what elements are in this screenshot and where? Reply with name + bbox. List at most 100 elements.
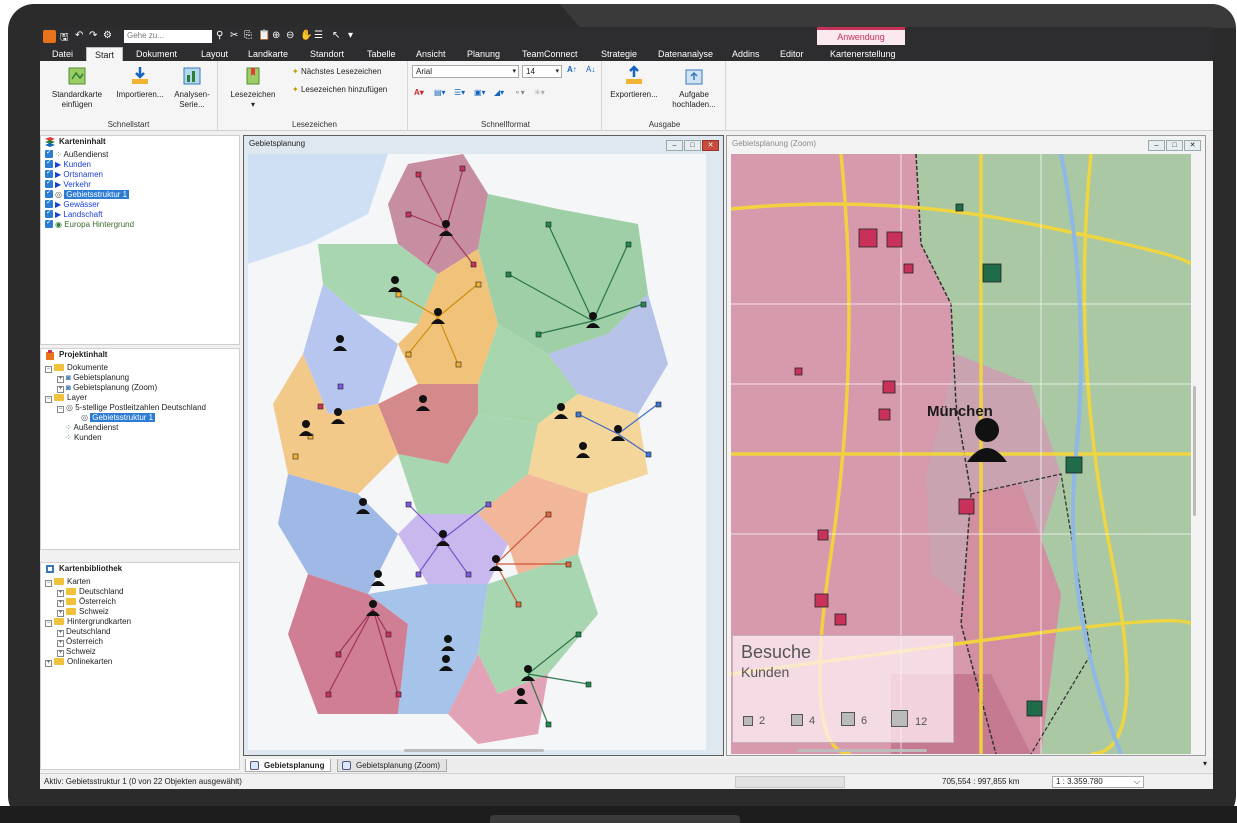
save-icon[interactable]: 🖫 xyxy=(60,30,69,47)
close-icon[interactable]: ✕ xyxy=(702,140,719,151)
lib-schweiz[interactable]: + Schweiz xyxy=(57,607,109,617)
checkbox-icon[interactable] xyxy=(45,178,53,188)
importieren-button[interactable]: Importieren... xyxy=(112,65,168,100)
tree-gebietsstruktur[interactable]: ◎ Gebietsstruktur 1 xyxy=(81,413,156,423)
collapse-icon[interactable]: − xyxy=(57,406,64,413)
tab-ansicht[interactable]: Ansicht xyxy=(416,47,446,61)
paste-icon[interactable]: 📋 xyxy=(258,30,270,41)
layer-ortsnamen[interactable]: ▶ Ortsnamen xyxy=(45,168,103,180)
standardkarte-button[interactable]: Standardkarte einfügen xyxy=(48,65,106,110)
zoom-horizontal-scrollbar[interactable] xyxy=(797,749,927,752)
zoom-in-icon[interactable]: ⊕ xyxy=(272,30,280,41)
lib-deutschland[interactable]: + Deutschland xyxy=(57,587,123,597)
redo-icon[interactable]: ↷ xyxy=(89,30,97,41)
tab-editor[interactable]: Editor xyxy=(780,47,804,61)
tab-teamconnect[interactable]: TeamConnect xyxy=(522,47,578,61)
lib-hintergrund[interactable]: − Hintergrundkarten xyxy=(45,617,131,627)
collapse-icon[interactable]: − xyxy=(45,366,52,373)
checkbox-icon[interactable] xyxy=(45,188,53,198)
tab-start[interactable]: Start xyxy=(86,47,124,61)
checkbox-icon[interactable] xyxy=(45,208,53,218)
context-tab-anwendung[interactable]: Anwendung xyxy=(817,27,905,45)
aufgabe-hochladen-button[interactable]: Aufgabe hochladen... xyxy=(666,65,722,110)
tree-aussendienst[interactable]: ⁘ Außendienst xyxy=(65,423,118,433)
checkbox-icon[interactable] xyxy=(45,198,53,208)
undo-icon[interactable]: ↶ xyxy=(75,30,83,41)
tab-datei[interactable]: Datei xyxy=(52,47,73,61)
layer-aussendienst[interactable]: ⁘ Außendienst xyxy=(45,148,108,160)
lib-oesterreich[interactable]: + Österreich xyxy=(57,597,116,607)
doctab-gebietsplanung[interactable]: Gebietsplanung xyxy=(245,759,332,772)
expand-arrow-icon[interactable]: ▶ xyxy=(55,160,61,169)
layer-kunden[interactable]: ▶ Kunden xyxy=(45,158,91,170)
expand-icon[interactable]: + xyxy=(57,640,64,647)
font-family-select[interactable]: Arial ▾ xyxy=(412,65,519,78)
lib-karten[interactable]: − Karten xyxy=(45,577,91,587)
cut-icon[interactable]: ✂ xyxy=(230,30,238,41)
tab-addins[interactable]: Addins xyxy=(732,47,760,61)
checkbox-icon[interactable] xyxy=(45,168,53,178)
layer-landschaft[interactable]: ▶ Landschaft xyxy=(45,208,103,220)
zoom-vertical-scrollbar[interactable] xyxy=(1193,386,1196,516)
line-style-icon[interactable]: ▤▾ xyxy=(434,88,446,97)
customize-icon[interactable]: ▾ xyxy=(348,30,353,41)
minimize-icon[interactable]: – xyxy=(1148,140,1165,151)
fill-color-icon[interactable]: ◢▾ xyxy=(494,88,504,97)
effect-icon[interactable]: ⚬▾ xyxy=(514,88,525,97)
maximize-icon[interactable]: □ xyxy=(684,140,701,151)
copy-icon[interactable]: ⎘ xyxy=(244,30,252,41)
layers-icon[interactable]: ☰ xyxy=(314,30,323,41)
doctab-gebietsplanung-zoom[interactable]: Gebietsplanung (Zoom) xyxy=(337,759,448,772)
tree-plz[interactable]: − ◎ 5-stellige Postleitzahlen Deutschland xyxy=(57,403,206,413)
expand-icon[interactable]: + xyxy=(57,650,64,657)
checkbox-icon[interactable] xyxy=(45,218,53,228)
tree-doc-gebietsplanung-zoom[interactable]: + ◙ Gebietsplanung (Zoom) xyxy=(57,383,157,393)
tab-list-chevron-icon[interactable]: ▾ xyxy=(1203,759,1207,768)
tab-strategie[interactable]: Strategie xyxy=(601,47,637,61)
add-bookmark-button[interactable]: ✦ Lesezeichen hinzufügen xyxy=(292,85,387,94)
minimize-icon[interactable]: – xyxy=(666,140,683,151)
expand-icon[interactable]: + xyxy=(57,376,64,383)
goto-search-input[interactable]: Gehe zu... xyxy=(124,30,212,43)
collapse-icon[interactable]: − xyxy=(45,580,52,587)
lib-h-schweiz[interactable]: + Schweiz xyxy=(57,647,96,657)
scale-select[interactable]: 1 : 3.359.780 ⌵ xyxy=(1052,776,1144,788)
tab-layout[interactable]: Layout xyxy=(201,47,228,61)
tab-planung[interactable]: Planung xyxy=(467,47,500,61)
expand-icon[interactable]: + xyxy=(57,600,64,607)
app-icon[interactable] xyxy=(43,30,56,43)
sparkle-icon[interactable]: ✳▾ xyxy=(534,88,545,97)
font-size-select[interactable]: 14 ▾ xyxy=(522,65,562,78)
lesezeichen-button[interactable]: Lesezeichen ▾ xyxy=(228,65,278,110)
tab-datenanalyse[interactable]: Datenanalyse xyxy=(658,47,713,61)
expand-icon[interactable]: + xyxy=(45,660,52,667)
expand-arrow-icon[interactable]: ▶ xyxy=(55,180,61,189)
settings-icon[interactable]: ⚙ xyxy=(103,30,112,41)
lib-online[interactable]: + Onlinekarten xyxy=(45,657,112,667)
tree-layer[interactable]: − Layer xyxy=(45,393,87,403)
checkbox-icon[interactable] xyxy=(45,148,53,158)
analysen-serie-button[interactable]: Analysen- Serie... xyxy=(170,65,214,110)
expand-arrow-icon[interactable]: ▶ xyxy=(55,210,61,219)
collapse-icon[interactable]: − xyxy=(45,396,52,403)
zoom-out-icon[interactable]: ⊖ xyxy=(286,30,294,41)
expand-icon[interactable]: + xyxy=(57,610,64,617)
layer-europa[interactable]: ◉ Europa Hintergrund xyxy=(45,218,134,230)
close-icon[interactable]: ✕ xyxy=(1184,140,1201,151)
layer-verkehr[interactable]: ▶ Verkehr xyxy=(45,178,91,190)
expand-arrow-icon[interactable]: ▶ xyxy=(55,170,61,179)
lib-h-deutschland[interactable]: + Deutschland xyxy=(57,627,110,637)
pan-icon[interactable]: ✋ xyxy=(300,30,312,41)
checkbox-icon[interactable] xyxy=(45,158,53,168)
line-width-icon[interactable]: ☰▾ xyxy=(454,88,465,97)
tab-landkarte[interactable]: Landkarte xyxy=(248,47,288,61)
maximize-icon[interactable]: □ xyxy=(1166,140,1183,151)
expand-icon[interactable]: + xyxy=(57,386,64,393)
shrink-font-icon[interactable]: A↓ xyxy=(586,65,595,74)
font-color-icon[interactable]: A▾ xyxy=(414,88,424,97)
grow-font-icon[interactable]: A↑ xyxy=(567,65,577,74)
tab-dokument[interactable]: Dokument xyxy=(136,47,177,61)
germany-territory-map[interactable] xyxy=(248,154,706,750)
tree-doc-gebietsplanung[interactable]: + ◙ Gebietsplanung xyxy=(57,373,129,383)
next-bookmark-button[interactable]: ✦ Nächstes Lesezeichen xyxy=(292,67,381,76)
